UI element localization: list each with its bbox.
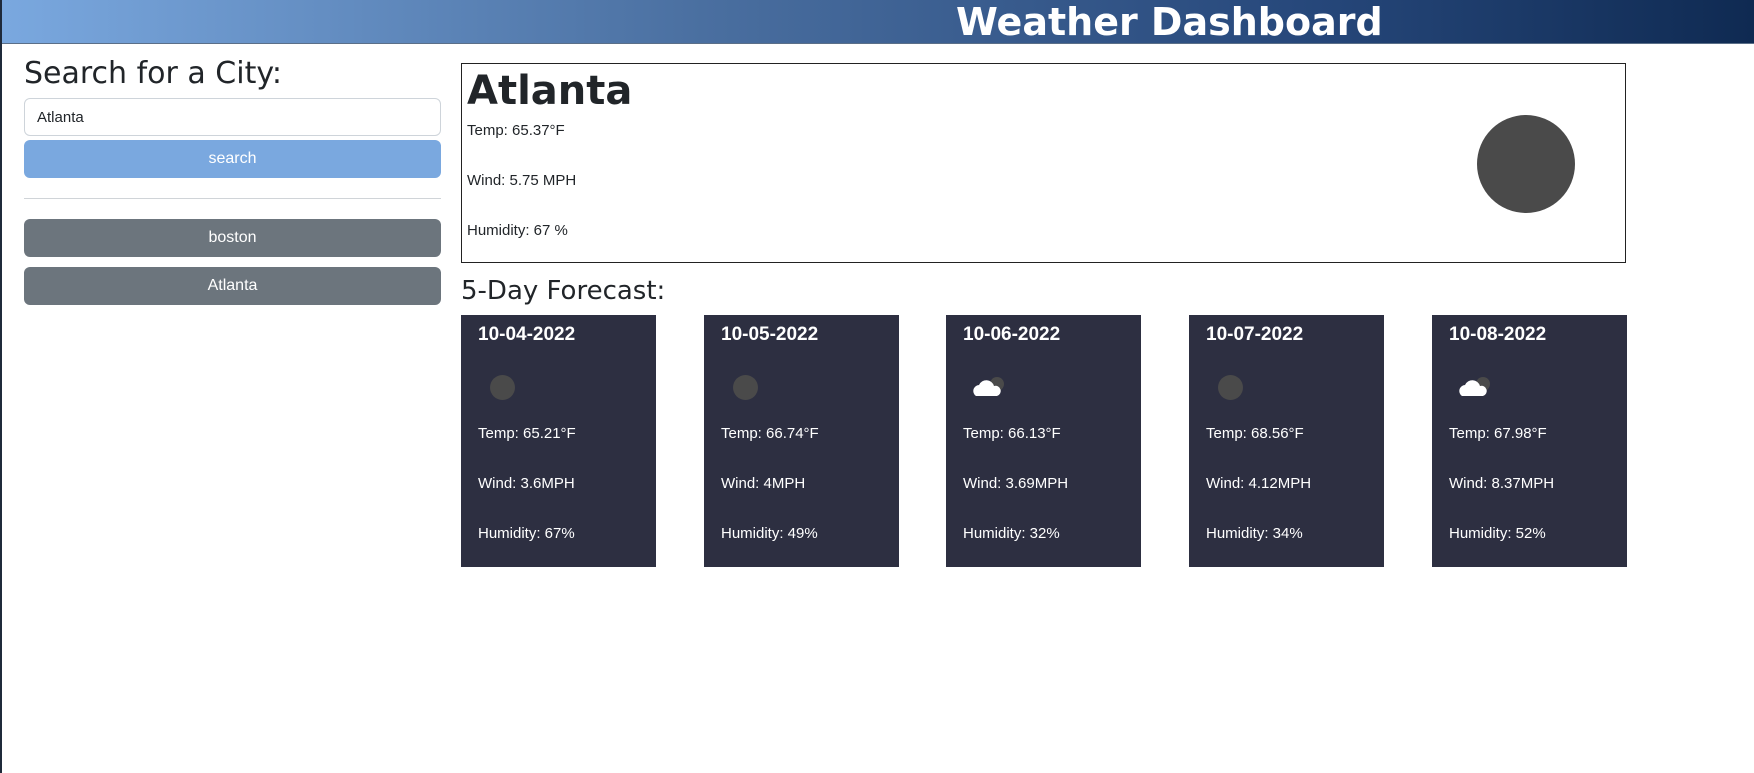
forecast-wind: Wind: 4MPH <box>721 475 806 492</box>
current-temp: Temp: 65.37°F <box>467 122 565 139</box>
placeholder-circle-icon <box>1218 375 1243 400</box>
search-history: boston Atlanta <box>24 219 441 305</box>
forecast-date: 10-05-2022 <box>721 324 819 345</box>
sidebar-divider <box>24 198 441 199</box>
forecast-temp: Temp: 67.98°F <box>1449 425 1547 442</box>
forecast-card: 10-08-2022 Temp: 67.98°F Wind: 8.37MPH H… <box>1432 315 1627 567</box>
sidebar: Search for a City: search boston Atlanta <box>24 56 441 315</box>
forecast-card: 10-06-2022 Temp: 66.13°F Wind: 3.69MPH H… <box>946 315 1141 567</box>
page-title: Weather Dashboard <box>956 0 1383 44</box>
forecast-temp: Temp: 68.56°F <box>1206 425 1304 442</box>
cloud-icon <box>970 372 1004 402</box>
current-weather-panel: Atlanta Temp: 65.37°F Wind: 5.75 MPH Hum… <box>461 63 1626 263</box>
forecast-date: 10-08-2022 <box>1449 324 1547 345</box>
current-wind: Wind: 5.75 MPH <box>467 172 577 189</box>
current-city-name: Atlanta <box>467 68 633 114</box>
page: Weather Dashboard Search for a City: sea… <box>0 0 1754 773</box>
placeholder-circle-icon <box>490 375 515 400</box>
forecast-wind: Wind: 4.12MPH <box>1206 475 1312 492</box>
forecast-date: 10-07-2022 <box>1206 324 1304 345</box>
search-heading: Search for a City: <box>24 56 283 91</box>
forecast-date: 10-04-2022 <box>478 324 576 345</box>
city-search-input[interactable] <box>24 98 441 136</box>
forecast-wind: Wind: 8.37MPH <box>1449 475 1555 492</box>
forecast-humidity: Humidity: 49% <box>721 525 818 542</box>
current-weather-icon <box>1477 115 1575 213</box>
header-bar: Weather Dashboard <box>2 0 1754 44</box>
history-button-boston[interactable]: boston <box>24 219 441 257</box>
forecast-wind: Wind: 3.6MPH <box>478 475 575 492</box>
forecast-card: 10-07-2022 Temp: 68.56°F Wind: 4.12MPH H… <box>1189 315 1384 567</box>
forecast-temp: Temp: 66.13°F <box>963 425 1061 442</box>
forecast-humidity: Humidity: 32% <box>963 525 1060 542</box>
forecast-card: 10-04-2022 Temp: 65.21°F Wind: 3.6MPH Hu… <box>461 315 656 567</box>
forecast-date: 10-06-2022 <box>963 324 1061 345</box>
forecast-humidity: Humidity: 67% <box>478 525 575 542</box>
placeholder-circle-icon <box>733 375 758 400</box>
history-button-atlanta[interactable]: Atlanta <box>24 267 441 305</box>
forecast-humidity: Humidity: 52% <box>1449 525 1546 542</box>
forecast-title: 5-Day Forecast: <box>461 276 666 306</box>
cloud-icon <box>1456 372 1490 402</box>
search-button[interactable]: search <box>24 140 441 178</box>
forecast-humidity: Humidity: 34% <box>1206 525 1303 542</box>
forecast-card: 10-05-2022 Temp: 66.74°F Wind: 4MPH Humi… <box>704 315 899 567</box>
forecast-wind: Wind: 3.69MPH <box>963 475 1069 492</box>
forecast-temp: Temp: 66.74°F <box>721 425 819 442</box>
forecast-temp: Temp: 65.21°F <box>478 425 576 442</box>
current-humidity: Humidity: 67 % <box>467 222 568 239</box>
